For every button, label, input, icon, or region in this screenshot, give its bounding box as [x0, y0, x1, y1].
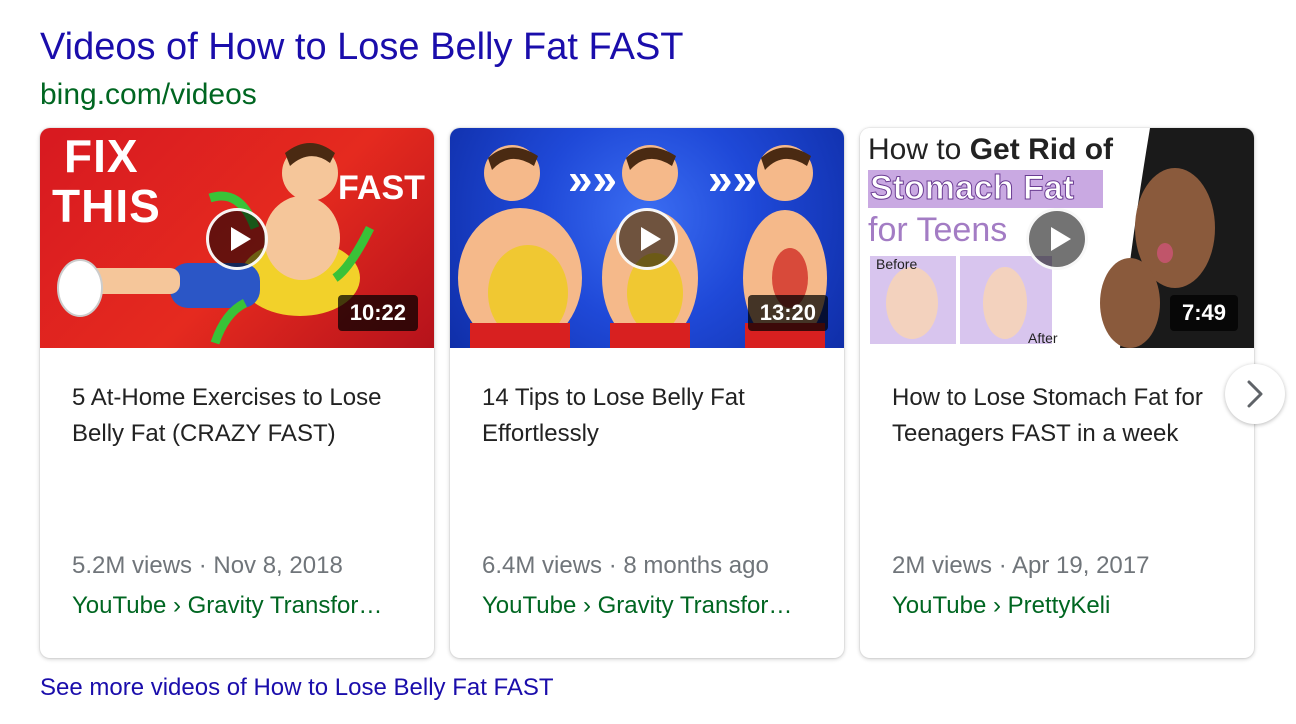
video-title[interactable]: 14 Tips to Lose Belly Fat Effortlessly	[482, 380, 812, 452]
thumb-text-fast: FAST	[338, 169, 425, 207]
thumb-text-fix: FIX	[64, 130, 139, 182]
video-card[interactable]: »» »» 13:20 14 Tips to Lose Belly Fat Ef…	[450, 128, 844, 658]
video-card[interactable]: How to Get Rid of Stomach Fat for Teens …	[860, 128, 1254, 658]
chevron-right-icon	[1247, 380, 1263, 408]
video-source: YouTube › Gravity Transfor…	[72, 592, 383, 619]
see-more-videos-link[interactable]: See more videos of How to Lose Belly Fat…	[40, 672, 554, 704]
video-thumbnail[interactable]: How to Get Rid of Stomach Fat for Teens …	[860, 128, 1254, 348]
video-duration: 10:22	[337, 295, 418, 331]
thumb-headline: How to Get Rid of	[868, 132, 1113, 168]
video-views-date: 6.4M views · 8 months ago	[482, 552, 769, 579]
thumb-before-label: Before	[876, 256, 918, 272]
thumb-stomach-fat: Stomach Fat	[869, 169, 1075, 208]
video-source: YouTube › Gravity Transfor…	[482, 592, 793, 619]
video-thumbnail[interactable]: FIX THIS FAST 10:22	[40, 128, 434, 348]
video-title[interactable]: 5 At-Home Exercises to Lose Belly Fat (C…	[72, 380, 402, 452]
video-duration: 7:49	[1169, 295, 1238, 331]
thumb-headline-a: How to	[868, 133, 970, 166]
thumb-headline-b: Get Rid of	[969, 133, 1114, 166]
thumb-arrows-2: »»	[708, 155, 757, 204]
play-icon[interactable]	[616, 208, 678, 270]
video-duration: 13:20	[747, 295, 828, 331]
thumb-arrows-1: »»	[568, 155, 617, 204]
video-thumbnail[interactable]: »» »» 13:20	[450, 128, 844, 348]
video-card[interactable]: FIX THIS FAST 10:22 5 At-Home Exercises …	[40, 128, 434, 658]
video-source: YouTube › PrettyKeli	[892, 592, 1111, 619]
carousel-next-button[interactable]	[1225, 364, 1285, 424]
play-icon[interactable]	[1026, 208, 1088, 270]
video-views-date: 2M views · Apr 19, 2017	[892, 552, 1150, 579]
thumb-for-teens: for Teens	[868, 211, 1008, 249]
source-url: bing.com/videos	[40, 78, 257, 111]
video-title[interactable]: How to Lose Stomach Fat for Teenagers FA…	[892, 380, 1222, 452]
results-title-link[interactable]: Videos of How to Lose Belly Fat FAST	[40, 24, 684, 70]
play-icon[interactable]	[206, 208, 268, 270]
video-views-date: 5.2M views · Nov 8, 2018	[72, 552, 343, 579]
thumb-text-this: THIS	[52, 180, 161, 232]
thumb-after-label: After	[1028, 330, 1058, 346]
